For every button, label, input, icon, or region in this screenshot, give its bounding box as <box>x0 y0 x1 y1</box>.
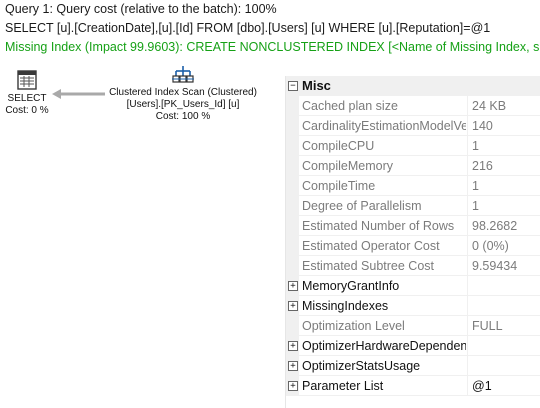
property-value: @1 <box>472 379 492 393</box>
clustered-index-scan-node[interactable]: Clustered Index Scan (Clustered) [Users]… <box>104 64 262 123</box>
property-value: 0 (0%) <box>472 239 509 253</box>
property-name: OptimizerStatsUsage <box>302 359 421 373</box>
property-row[interactable]: CardinalityEstimationModelVersion 140 <box>286 116 540 136</box>
property-name: Cached plan size <box>302 99 398 113</box>
collapse-icon[interactable]: − <box>288 81 298 91</box>
property-name: OptimizerHardwareDependentProperties <box>302 339 466 353</box>
properties-panel: − Misc Cached plan size 24 KB Cardinalit… <box>285 76 540 408</box>
column-separator <box>467 236 468 256</box>
property-value: 24 KB <box>472 99 507 113</box>
column-separator <box>467 276 468 296</box>
property-name: CompileMemory <box>302 159 393 173</box>
column-separator <box>467 136 468 156</box>
column-separator <box>467 336 468 356</box>
property-value: 9.59434 <box>472 259 518 273</box>
row-gutter <box>286 196 299 216</box>
column-separator <box>467 196 468 216</box>
row-gutter <box>286 236 299 256</box>
property-value: FULL <box>472 319 503 333</box>
property-row[interactable]: Cached plan size 24 KB <box>286 96 540 116</box>
missing-index-hint[interactable]: Missing Index (Impact 99.9603): CREATE N… <box>5 40 539 55</box>
column-separator <box>467 156 468 176</box>
sql-statement-text: SELECT [u].[CreationDate],[u].[Id] FROM … <box>5 21 491 35</box>
select-operator-node[interactable]: SELECT Cost: 0 % <box>2 70 52 117</box>
column-separator <box>467 296 468 316</box>
property-value: 1 <box>472 179 479 193</box>
property-row-expandable[interactable]: + OptimizerStatsUsage <box>286 356 540 376</box>
property-name: CardinalityEstimationModelVersion <box>302 119 466 133</box>
property-row-expandable[interactable]: + MemoryGrantInfo <box>286 276 540 296</box>
expand-icon[interactable]: + <box>288 301 298 311</box>
property-row[interactable]: Estimated Number of Rows 98.2682 <box>286 216 540 236</box>
execution-plan-canvas: SELECT Cost: 0 % Clustered Index Scan (C… <box>0 58 285 408</box>
expand-icon[interactable]: + <box>288 361 298 371</box>
column-separator <box>467 116 468 136</box>
property-row-expandable[interactable]: + MissingIndexes <box>286 296 540 316</box>
property-name: CompileTime <box>302 179 376 193</box>
scan-node-cost: Cost: 100 % <box>155 111 211 122</box>
property-name: Parameter List <box>302 379 384 393</box>
property-row-expandable[interactable]: + Parameter List @1 <box>286 376 540 396</box>
row-gutter <box>286 136 299 156</box>
data-flow-arrow <box>52 89 105 99</box>
select-node-cost: Cost: 0 % <box>5 105 49 116</box>
column-separator <box>467 316 468 336</box>
select-node-label: SELECT <box>7 93 47 104</box>
column-separator <box>467 216 468 236</box>
column-separator <box>467 256 468 276</box>
column-separator <box>467 176 468 196</box>
property-row[interactable]: Estimated Subtree Cost 9.59434 <box>286 256 540 276</box>
row-divider <box>299 395 540 396</box>
property-name: Estimated Number of Rows <box>302 219 455 233</box>
expand-icon[interactable]: + <box>288 381 298 391</box>
row-gutter <box>286 116 299 136</box>
expand-icon[interactable]: + <box>288 341 298 351</box>
property-value: 140 <box>472 119 493 133</box>
row-gutter <box>286 176 299 196</box>
property-name: CompileCPU <box>302 139 375 153</box>
property-name: Degree of Parallelism <box>302 199 422 213</box>
query-cost-text: Query 1: Query cost (relative to the bat… <box>5 2 277 16</box>
row-gutter <box>286 156 299 176</box>
property-value: 98.2682 <box>472 219 518 233</box>
property-name: MemoryGrantInfo <box>302 279 400 293</box>
clustered-index-scan-icon <box>172 66 194 83</box>
category-label: Misc <box>302 78 331 93</box>
property-row[interactable]: Optimization Level FULL <box>286 316 540 336</box>
column-separator <box>467 96 468 116</box>
property-row[interactable]: Degree of Parallelism 1 <box>286 196 540 216</box>
property-name: Optimization Level <box>302 319 405 333</box>
row-gutter <box>286 96 299 116</box>
property-row[interactable]: CompileMemory 216 <box>286 156 540 176</box>
column-separator <box>467 356 468 376</box>
property-value: 216 <box>472 159 493 173</box>
property-row[interactable]: CompileTime 1 <box>286 176 540 196</box>
property-row[interactable]: Estimated Operator Cost 0 (0%) <box>286 236 540 256</box>
category-row-misc[interactable]: − Misc <box>286 76 540 96</box>
property-row[interactable]: CompileCPU 1 <box>286 136 540 156</box>
property-value: 1 <box>472 199 479 213</box>
query-header: Query 1: Query cost (relative to the bat… <box>0 0 540 58</box>
expand-icon[interactable]: + <box>288 281 298 291</box>
property-name: MissingIndexes <box>302 299 389 313</box>
property-value: 1 <box>472 139 479 153</box>
property-name: Estimated Subtree Cost <box>302 259 435 273</box>
property-name: Estimated Operator Cost <box>302 239 440 253</box>
column-separator <box>467 376 468 396</box>
property-row-expandable[interactable]: + OptimizerHardwareDependentProperties <box>286 336 540 356</box>
scan-node-label: Clustered Index Scan (Clustered) <box>109 87 257 98</box>
select-operator-icon <box>17 70 37 90</box>
scan-node-object: [Users].[PK_Users_Id] [u] <box>126 99 240 110</box>
row-gutter <box>286 316 299 336</box>
row-gutter <box>286 256 299 276</box>
row-gutter <box>286 216 299 236</box>
